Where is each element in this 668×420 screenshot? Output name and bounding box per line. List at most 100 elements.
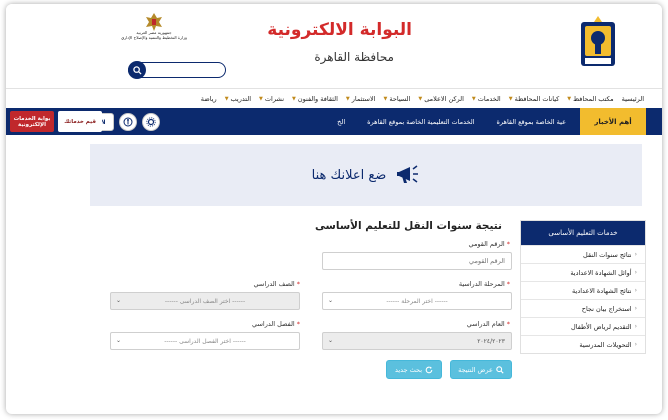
accessibility-icon[interactable] xyxy=(119,113,137,131)
gear-icon xyxy=(146,117,156,127)
chevron-left-icon: ‹ xyxy=(634,341,637,348)
sidebar-item-label: التحويلات المدرسية xyxy=(579,340,632,349)
caret-down-icon: ▼ xyxy=(259,95,263,102)
nav-item[interactable]: نشرات ▼ xyxy=(255,95,288,103)
show-result-label: عرض النتيجة xyxy=(458,365,493,374)
news-item[interactable]: عية الخاصة بموقع القاهرة xyxy=(497,118,566,126)
chevron-left-icon: ‹ xyxy=(634,305,637,312)
stage-label-text: المرحلة الدراسية xyxy=(458,280,505,288)
sidebar-item-label: نتائج سنوات النقل xyxy=(583,250,632,259)
term-label-text: الفصل الدراسي xyxy=(252,320,295,328)
main-nav: الرئيسية مكتب المحافظ ▼ كيانات المحافظة ▼ الخ… xyxy=(6,88,662,108)
sidebar-item[interactable]: ‹ استخراج بيان نجاح xyxy=(521,299,645,317)
nav-item-label: الثقافة والفنون xyxy=(297,94,338,103)
national-id-label: *الرقم القومي xyxy=(469,240,510,248)
rate-services-button[interactable]: قيم خدماتك xyxy=(58,111,102,132)
show-result-button[interactable]: عرض النتيجة xyxy=(450,360,512,379)
sidebar-item-label: التقديم لرياض الأطفال xyxy=(570,322,632,331)
caret-down-icon: ▼ xyxy=(224,95,229,102)
megaphone-icon xyxy=(397,165,419,183)
chevron-left-icon: ‹ xyxy=(634,287,637,294)
year-label: *العام الدراسي xyxy=(467,320,510,328)
caret-down-icon: ▼ xyxy=(345,95,350,102)
nav-item-label: نشرات xyxy=(264,94,285,103)
stage-label: *المرحلة الدراسية xyxy=(459,280,510,288)
news-item[interactable]: الخدمات التعليمية الخاصة بموقع القاهرة xyxy=(367,118,474,126)
ad-text: ضع اعلانك هنا xyxy=(311,167,387,183)
caret-down-icon: ▼ xyxy=(567,95,572,102)
form-title: نتيجة سنوات النقل للتعليم الأساسى xyxy=(314,220,502,232)
sidebar-item[interactable]: ‹ أوائل الشهادة الاعدادية xyxy=(521,263,645,281)
browser-frame: البوابة الالكترونية محافظة القاهرة جمهور… xyxy=(6,4,662,414)
government-label-line2: وزارة التخطيط والتنمية والإصلاح الإداري xyxy=(121,35,187,40)
refresh-icon xyxy=(425,366,433,373)
new-search-label: بحث جديد xyxy=(394,365,423,374)
caret-down-icon: ▼ xyxy=(383,95,388,102)
sidebar-item[interactable]: ‹ التقديم لرياض الأطفال xyxy=(521,317,645,335)
news-ticker: عية الخاصة بموقع القاهرة الخدمات التعليم… xyxy=(337,108,566,135)
sidebar-item[interactable]: ‹ التحويلات المدرسية xyxy=(521,335,645,353)
chevron-down-icon: ⌄ xyxy=(328,297,334,304)
sidebar-item[interactable]: ‹ نتائج الشهادة الاعدادية xyxy=(521,281,645,299)
nav-item[interactable]: الركن الاعلامى ▼ xyxy=(414,95,468,103)
nav-item-label: السياحة xyxy=(389,94,411,103)
sidebar-item-label: نتائج الشهادة الاعدادية xyxy=(572,286,632,295)
nav-item-label: التدريب xyxy=(230,94,252,103)
grade-select[interactable]: ------ اختر الصف الدراسى ------ ⌄ xyxy=(110,292,300,310)
year-label-text: العام الدراسي xyxy=(466,320,505,328)
nav-item[interactable]: رياضة xyxy=(197,95,221,103)
caret-down-icon: ▼ xyxy=(292,95,296,102)
required-mark: * xyxy=(506,240,510,248)
services-sidebar: خدمات التعليم الأساسى ‹ نتائج سنوات النقل… xyxy=(520,220,646,354)
caret-down-icon: ▼ xyxy=(418,95,423,102)
nav-item-label: الرئيسية xyxy=(621,94,644,103)
chevron-left-icon: ‹ xyxy=(634,251,637,258)
news-bar: أهم الأخبار عية الخاصة بموقع القاهرة الخ… xyxy=(6,108,662,135)
required-mark: * xyxy=(296,280,300,288)
site-title: البوابة الالكترونية xyxy=(267,20,412,40)
national-id-input[interactable] xyxy=(322,252,512,270)
search-button[interactable] xyxy=(128,61,146,79)
nav-item-label: كيانات المحافظة xyxy=(514,94,560,103)
stage-select-value: ------ اختر المرحلة ------ xyxy=(386,297,448,305)
grade-label-text: الصف الدراسي xyxy=(253,280,295,288)
caret-down-icon: ▼ xyxy=(508,95,513,102)
site-header: البوابة الالكترونية محافظة القاهرة جمهور… xyxy=(6,4,662,86)
year-select[interactable]: ٢٠٢٤/٢٠٢٣ ⌄ xyxy=(322,332,512,350)
sidebar-item-label: أوائل الشهادة الاعدادية xyxy=(570,268,632,277)
e-services-portal-button[interactable]: بوابة الخدمات الإلكترونية xyxy=(10,111,54,132)
new-search-button[interactable]: بحث جديد xyxy=(386,360,442,379)
nav-item[interactable]: كيانات المحافظة ▼ xyxy=(505,95,564,103)
nav-item[interactable]: الخدمات ▼ xyxy=(468,95,505,103)
cairo-logo-icon[interactable] xyxy=(578,14,618,70)
nav-item[interactable]: السياحة ▼ xyxy=(380,95,415,103)
nav-item[interactable]: الاستثمار ▼ xyxy=(342,95,380,103)
nav-item[interactable]: مكتب المحافظ ▼ xyxy=(563,95,617,103)
egypt-eagle-emblem-icon xyxy=(146,13,162,31)
sidebar-item[interactable]: ‹ نتائج سنوات النقل xyxy=(521,245,645,263)
required-mark: * xyxy=(506,320,510,328)
required-mark: * xyxy=(506,280,510,288)
ad-banner[interactable]: ضع اعلانك هنا xyxy=(90,144,642,206)
term-label: *الفصل الدراسي xyxy=(252,320,300,328)
nav-item[interactable]: الرئيسية xyxy=(618,95,648,103)
year-select-value: ٢٠٢٤/٢٠٢٣ xyxy=(477,337,505,345)
chevron-left-icon: ‹ xyxy=(634,323,637,330)
grade-select-value: ------ اختر الصف الدراسى ------ xyxy=(164,297,246,305)
settings-icon[interactable] xyxy=(142,113,160,131)
site-subtitle: محافظة القاهرة xyxy=(314,50,394,64)
search-icon xyxy=(132,65,142,75)
nav-item-label: رياضة xyxy=(200,94,217,103)
nav-item[interactable]: التدريب ▼ xyxy=(221,95,255,103)
sidebar-item-label: استخراج بيان نجاح xyxy=(581,304,632,313)
news-item[interactable]: الخ xyxy=(337,118,345,126)
news-label: أهم الأخبار xyxy=(580,108,646,135)
chevron-left-icon: ‹ xyxy=(634,269,637,276)
stage-select[interactable]: ------ اختر المرحلة ------ ⌄ xyxy=(322,292,512,310)
chevron-down-icon: ⌄ xyxy=(328,337,334,344)
term-select[interactable]: ------ اختر الفصل الدراسى ------ ⌄ xyxy=(110,332,300,350)
search-icon xyxy=(496,365,504,374)
nav-item-label: مكتب المحافظ xyxy=(573,94,614,103)
nav-item-label: الركن الاعلامى xyxy=(424,94,464,103)
nav-item[interactable]: الثقافة والفنون ▼ xyxy=(288,95,342,103)
